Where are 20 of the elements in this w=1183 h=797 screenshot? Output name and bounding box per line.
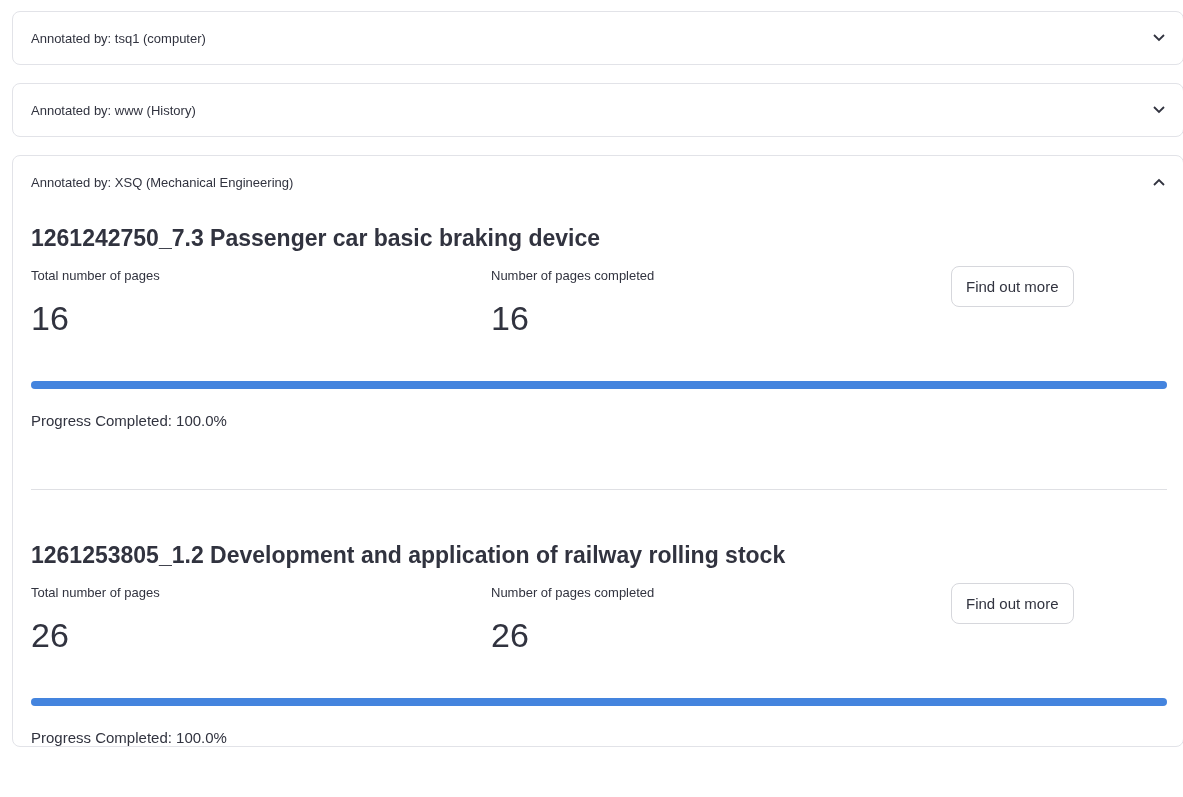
metric-label: Total number of pages xyxy=(31,585,161,600)
expander-header[interactable]: Annotated by: www (History) xyxy=(13,84,1183,136)
expander-header[interactable]: Annotated by: tsq1 (computer) xyxy=(13,12,1183,64)
document-title: 1261253805_1.2 Development and application of railway rolling stock xyxy=(31,542,787,569)
metric-label: Number of pages completed xyxy=(491,585,656,600)
expander-header[interactable]: Annotated by: XSQ (Mechanical Engineering) xyxy=(13,156,1183,208)
metric-value: 16 xyxy=(31,299,70,338)
document-title: 1261242750_7.3 Passenger car basic braking device xyxy=(31,225,601,252)
metric-value: 16 xyxy=(491,299,530,338)
metric-label: Total number of pages xyxy=(31,268,161,283)
chevron-icon xyxy=(1153,106,1165,114)
metric-value: 26 xyxy=(31,616,70,655)
find-out-more-button[interactable]: Find out more xyxy=(951,266,1074,307)
progress-text: Progress Completed: 100.0% xyxy=(31,412,228,429)
chevron-icon xyxy=(1153,34,1165,42)
metric-value: 26 xyxy=(491,616,530,655)
chevron-icon xyxy=(1153,178,1165,186)
find-out-more-button[interactable]: Find out more xyxy=(951,583,1074,624)
progress-text: Progress Completed: 100.0% xyxy=(31,729,228,746)
metric-label: Number of pages completed xyxy=(491,268,656,283)
